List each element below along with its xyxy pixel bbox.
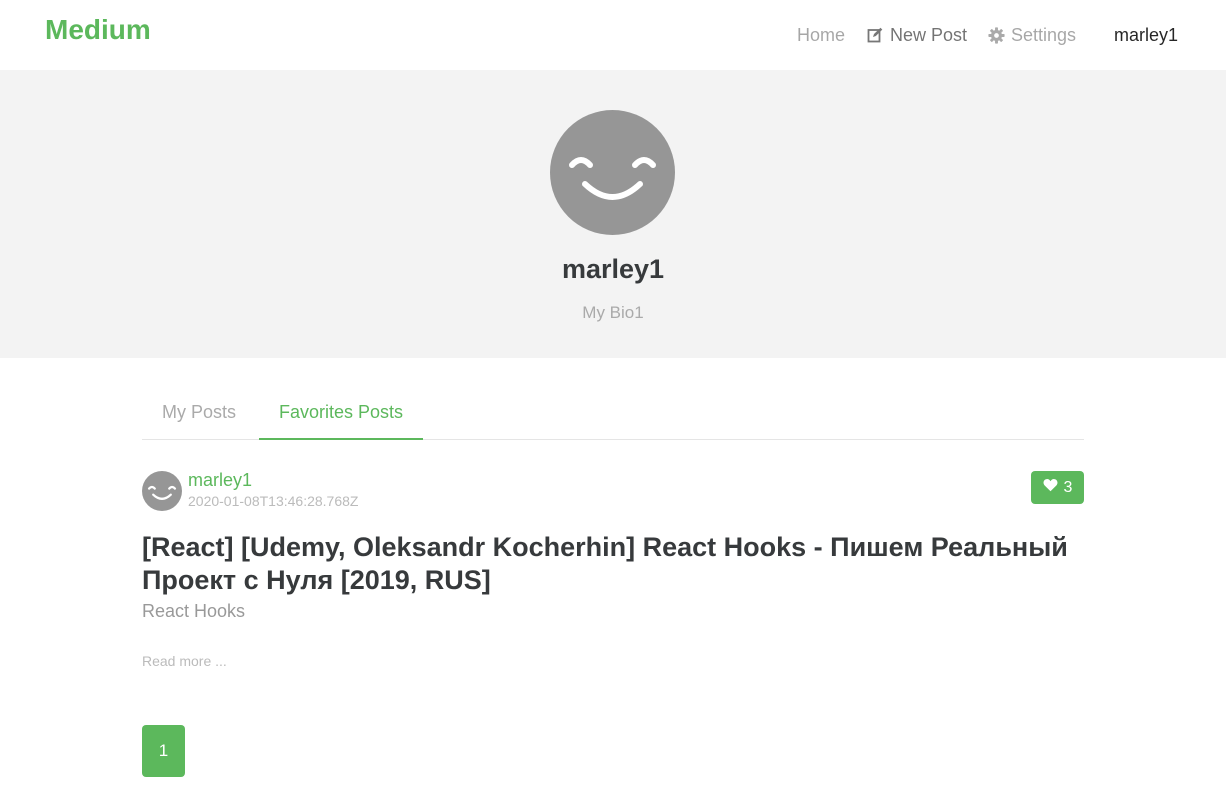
nav-new-post[interactable]: New Post <box>866 22 967 48</box>
pagination-page-1[interactable]: 1 <box>142 725 185 777</box>
smiley-avatar-icon <box>142 471 182 511</box>
nav-new-post-label: New Post <box>890 24 968 45</box>
heart-icon <box>1043 478 1058 497</box>
profile-banner: marley1 My Bio1 <box>0 70 1226 358</box>
article-date: 2020-01-08T13:46:28.768Z <box>188 493 359 509</box>
smiley-avatar-icon <box>550 110 675 235</box>
avatar <box>550 110 675 235</box>
nav-settings[interactable]: Settings <box>987 22 1076 48</box>
nav-user-label: marley1 <box>1114 24 1179 45</box>
nav-home[interactable]: Home <box>797 22 845 48</box>
gear-icon <box>987 26 1005 44</box>
feed-tabs: My Posts Favorites Posts <box>142 392 1084 440</box>
tab-favorites-posts[interactable]: Favorites Posts <box>259 392 424 440</box>
author-link[interactable]: marley1 <box>188 470 252 491</box>
nav-user-profile[interactable]: marley1 <box>1114 22 1178 48</box>
edit-icon <box>866 26 884 44</box>
favorite-button[interactable]: 3 <box>1031 471 1084 504</box>
nav-home-label: Home <box>797 24 846 45</box>
tab-my-posts[interactable]: My Posts <box>142 392 256 440</box>
read-more-link[interactable]: Read more ... <box>142 653 227 669</box>
navbar: Medium Home New Post Settings marley1 <box>0 0 1226 70</box>
profile-username: marley1 <box>561 254 665 284</box>
nav-settings-label: Settings <box>1011 24 1077 45</box>
brand-logo[interactable]: Medium <box>45 14 151 46</box>
author-avatar[interactable] <box>142 471 182 511</box>
favorite-count: 3 <box>1063 478 1073 496</box>
article-title[interactable]: [React] [Udemy, Oleksandr Kocherhin] Rea… <box>142 531 1084 597</box>
article-description: React Hooks <box>142 601 246 621</box>
profile-bio: My Bio1 <box>582 303 644 322</box>
